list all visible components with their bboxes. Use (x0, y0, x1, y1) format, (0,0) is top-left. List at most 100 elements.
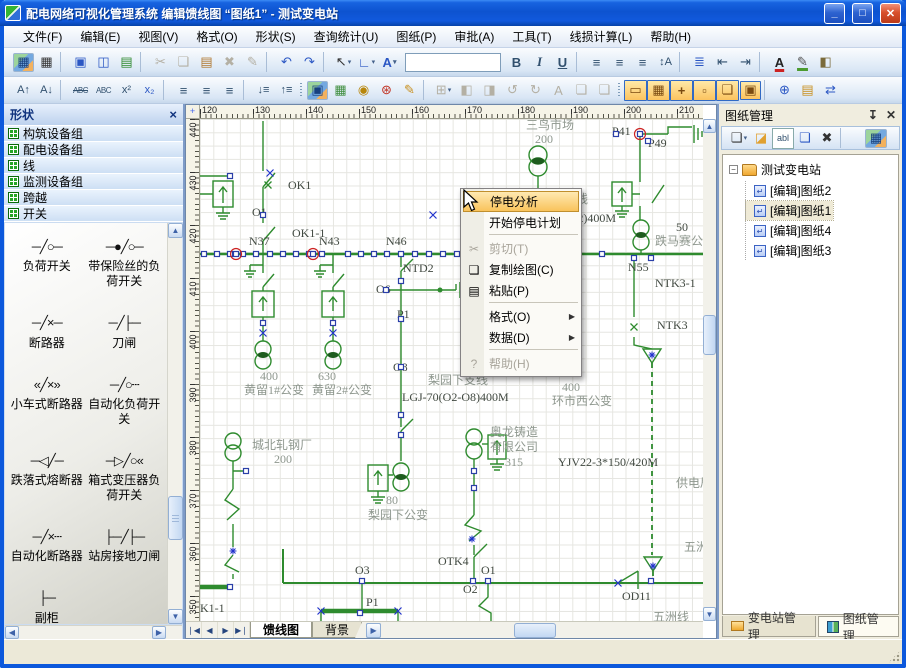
scroll-thumb[interactable] (168, 496, 183, 540)
subscript-icon[interactable]: x₂ (138, 80, 161, 101)
bullets-icon[interactable]: ≣ (688, 52, 711, 73)
selection-handle[interactable] (254, 252, 259, 257)
context-menu-item[interactable]: 格式(O) ▶ (462, 306, 580, 327)
line-color-icon[interactable]: ✎ (791, 52, 814, 73)
stencil-shape[interactable]: ├─╱├─ 站房接地刀闸 (87, 529, 163, 564)
space-after-icon[interactable]: ↓≡ (252, 80, 275, 101)
font-combo[interactable] (405, 53, 501, 72)
selection-handle[interactable] (649, 579, 654, 584)
line-spacing-15-icon[interactable]: ≡ (195, 80, 218, 101)
decrease-font-icon[interactable]: A↓ (35, 80, 58, 101)
strikethrough-icon[interactable]: ABC (69, 80, 92, 101)
selection-handle[interactable] (360, 579, 365, 584)
align-right-icon[interactable]: ≡ (631, 52, 654, 73)
layout-shapes-icon[interactable]: ⇄ (819, 80, 842, 101)
menu-item[interactable]: 格式(O) (187, 25, 246, 48)
rotate-left-icon[interactable]: ↺ (501, 80, 524, 101)
selection-handle[interactable] (281, 252, 286, 257)
selection-handle[interactable] (486, 579, 491, 584)
check-table-icon[interactable]: ▦ (329, 80, 352, 101)
context-menu-item[interactable]: 停电分析 (463, 191, 579, 212)
image-view-toggle-icon[interactable]: ▣ (740, 81, 761, 100)
selection-handle[interactable] (202, 252, 207, 257)
selection-handle[interactable] (228, 174, 233, 179)
menu-item[interactable]: 查询统计(U) (305, 25, 388, 48)
resize-grip[interactable] (888, 650, 901, 663)
selection-handle[interactable] (311, 252, 316, 257)
context-menu-item[interactable]: 数据(D) ▶ (462, 327, 580, 348)
selection-handle[interactable] (399, 433, 404, 438)
selection-handle[interactable] (359, 252, 364, 257)
indent-decrease-icon[interactable]: ⇤ (711, 52, 734, 73)
menu-item[interactable]: 帮助(H) (641, 25, 700, 48)
selection-handle[interactable] (294, 252, 299, 257)
selection-handle[interactable] (215, 252, 220, 257)
edit-note-icon[interactable]: ✎ (398, 80, 421, 101)
save-icon[interactable]: ▣ (69, 52, 92, 73)
paste-icon[interactable]: ▤ (195, 52, 218, 73)
selection-handle[interactable] (358, 611, 363, 616)
stencil-shape[interactable]: ─●╱○─ 带保险丝的负荷开关 (87, 239, 163, 289)
stencil-group[interactable]: 配电设备组 (4, 142, 183, 158)
selection-handle[interactable] (228, 585, 233, 590)
menu-item[interactable]: 编辑(E) (71, 25, 129, 48)
redo-icon[interactable]: ↷ (298, 52, 321, 73)
scroll-down-icon[interactable]: ▼ (703, 607, 716, 621)
selection-handle[interactable] (399, 279, 404, 284)
stencil-shape[interactable]: ─╱├─ 刀闸 (87, 315, 163, 350)
flip-horizontal-icon[interactable]: ◧ (455, 80, 478, 101)
scroll-right-icon[interactable]: ▶ (152, 626, 166, 639)
stencil-shape[interactable]: ├─ 副柜 (9, 590, 85, 624)
selection-handle[interactable] (331, 321, 336, 326)
flip-vertical-icon[interactable]: ◨ (478, 80, 501, 101)
selection-handle[interactable] (261, 321, 266, 326)
selection-handle[interactable] (385, 252, 390, 257)
connector-tool-icon[interactable]: ∟ (355, 52, 378, 73)
stencil-group[interactable]: 构筑设备组 (4, 126, 183, 142)
stencil-group[interactable]: 监测设备组 (4, 174, 183, 190)
selection-handle[interactable] (614, 132, 619, 137)
menu-item[interactable]: 文件(F) (14, 25, 71, 48)
tree-node-drawing[interactable]: ↵ [编辑]图纸2 (746, 181, 898, 200)
pan-zoom-icon[interactable]: ⊕ (773, 80, 796, 101)
bring-front-icon[interactable]: ❏ (570, 80, 593, 101)
last-page-button[interactable]: ▶❘ (234, 622, 250, 638)
context-menu-item[interactable]: ▤ 粘贴(P) (462, 280, 580, 301)
stencil-shape[interactable]: ─▷╱○« 箱式变压器负荷开关 (87, 453, 163, 503)
rotate-text-icon[interactable]: A (547, 80, 570, 101)
selection-handle[interactable] (472, 486, 477, 491)
selection-handle[interactable] (632, 256, 637, 261)
selection-handle[interactable] (399, 413, 404, 418)
selection-handle[interactable] (261, 213, 266, 218)
close-button[interactable]: ✕ (880, 3, 901, 24)
new-drawing-icon[interactable]: ❏ (728, 128, 750, 149)
align-center-icon[interactable]: ≡ (608, 52, 631, 73)
selection-handle[interactable] (372, 252, 377, 257)
selection-handle[interactable] (455, 252, 460, 257)
stencil-shape[interactable]: ─╱○┄ 自动化负荷开关 (87, 377, 163, 427)
page-tab[interactable]: 馈线图 (250, 622, 312, 638)
drawing-explorer-icon[interactable]: ▦ (13, 53, 34, 72)
context-menu-item[interactable]: 开始停电计划 (462, 212, 580, 233)
stencil-shape[interactable]: ─╱○─ 负荷开关 (9, 239, 85, 289)
tree-node-drawing[interactable]: ↵ [编辑]图纸4 (746, 221, 898, 240)
send-back-icon[interactable]: ❏ (593, 80, 616, 101)
minimize-button[interactable]: _ (824, 3, 845, 24)
stencil-hscroll[interactable]: ◀ ▶ (5, 625, 182, 639)
selection-handle[interactable] (399, 252, 404, 257)
smallcaps-icon[interactable]: ABC (92, 80, 115, 101)
rotate-right-icon[interactable]: ↻ (524, 80, 547, 101)
stencil-group[interactable]: 跨越 (4, 190, 183, 206)
stencil-shape[interactable]: ─◁╱─ 跌落式熔断器 (9, 453, 85, 503)
increase-font-icon[interactable]: A↑ (12, 80, 35, 101)
menu-item[interactable]: 线损计算(L) (561, 25, 642, 48)
selection-handle[interactable] (600, 252, 605, 257)
italic-icon[interactable]: I (528, 52, 551, 73)
tree-node-drawing[interactable]: ↵ [编辑]图纸1 (746, 201, 833, 220)
vertical-text-icon[interactable]: ↕A (654, 52, 677, 73)
monitor-icon[interactable]: ▦ (865, 129, 887, 148)
page-tab[interactable]: 背景 (312, 622, 362, 638)
maximize-button[interactable]: □ (852, 3, 873, 24)
feeder-diagram[interactable]: 三鸟市场200P41P49OK1O1OK1-1梨园下支线GYJ-70(N46-O… (200, 119, 703, 621)
close-icon[interactable]: ✕ (886, 108, 896, 122)
